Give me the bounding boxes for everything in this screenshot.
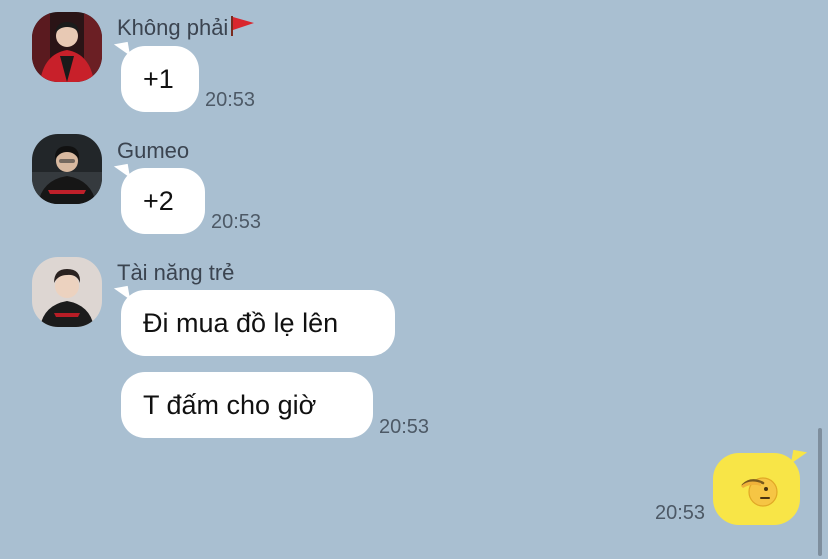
- saluting-face-icon: [741, 477, 778, 507]
- message-timestamp: 20:53: [655, 502, 706, 524]
- bubble-tail: [113, 285, 131, 303]
- message-timestamp: 20:53: [379, 416, 430, 438]
- red-flag-icon: [231, 16, 255, 36]
- sender-name: Gumeo: [117, 138, 190, 163]
- scrollbar[interactable]: [818, 428, 822, 556]
- message-text: +2: [143, 186, 174, 216]
- sender-avatar[interactable]: [32, 257, 102, 327]
- message-bubble[interactable]: T đấm cho giờ: [121, 372, 373, 438]
- bubble-tail: [790, 449, 808, 467]
- message-text: Đi mua đồ lẹ lên: [143, 308, 339, 338]
- message-timestamp: 20:53: [205, 89, 256, 111]
- message-bubble[interactable]: +1: [113, 41, 199, 112]
- message-timestamp: 20:53: [211, 211, 262, 233]
- sender-avatar[interactable]: [32, 12, 102, 82]
- bubble-tail: [113, 41, 131, 59]
- message-text: T đấm cho giờ: [143, 390, 317, 420]
- bubble-tail: [113, 163, 131, 181]
- message-bubble[interactable]: +2: [113, 163, 205, 234]
- message-bubble[interactable]: Đi mua đồ lẹ lên: [113, 285, 395, 356]
- sender-name: Không phải: [117, 15, 255, 41]
- message-text: +1: [143, 64, 174, 94]
- outgoing-sticker-bubble[interactable]: [713, 449, 808, 525]
- sender-name: Tài năng trẻ: [117, 260, 235, 285]
- sender-avatar[interactable]: [32, 134, 102, 204]
